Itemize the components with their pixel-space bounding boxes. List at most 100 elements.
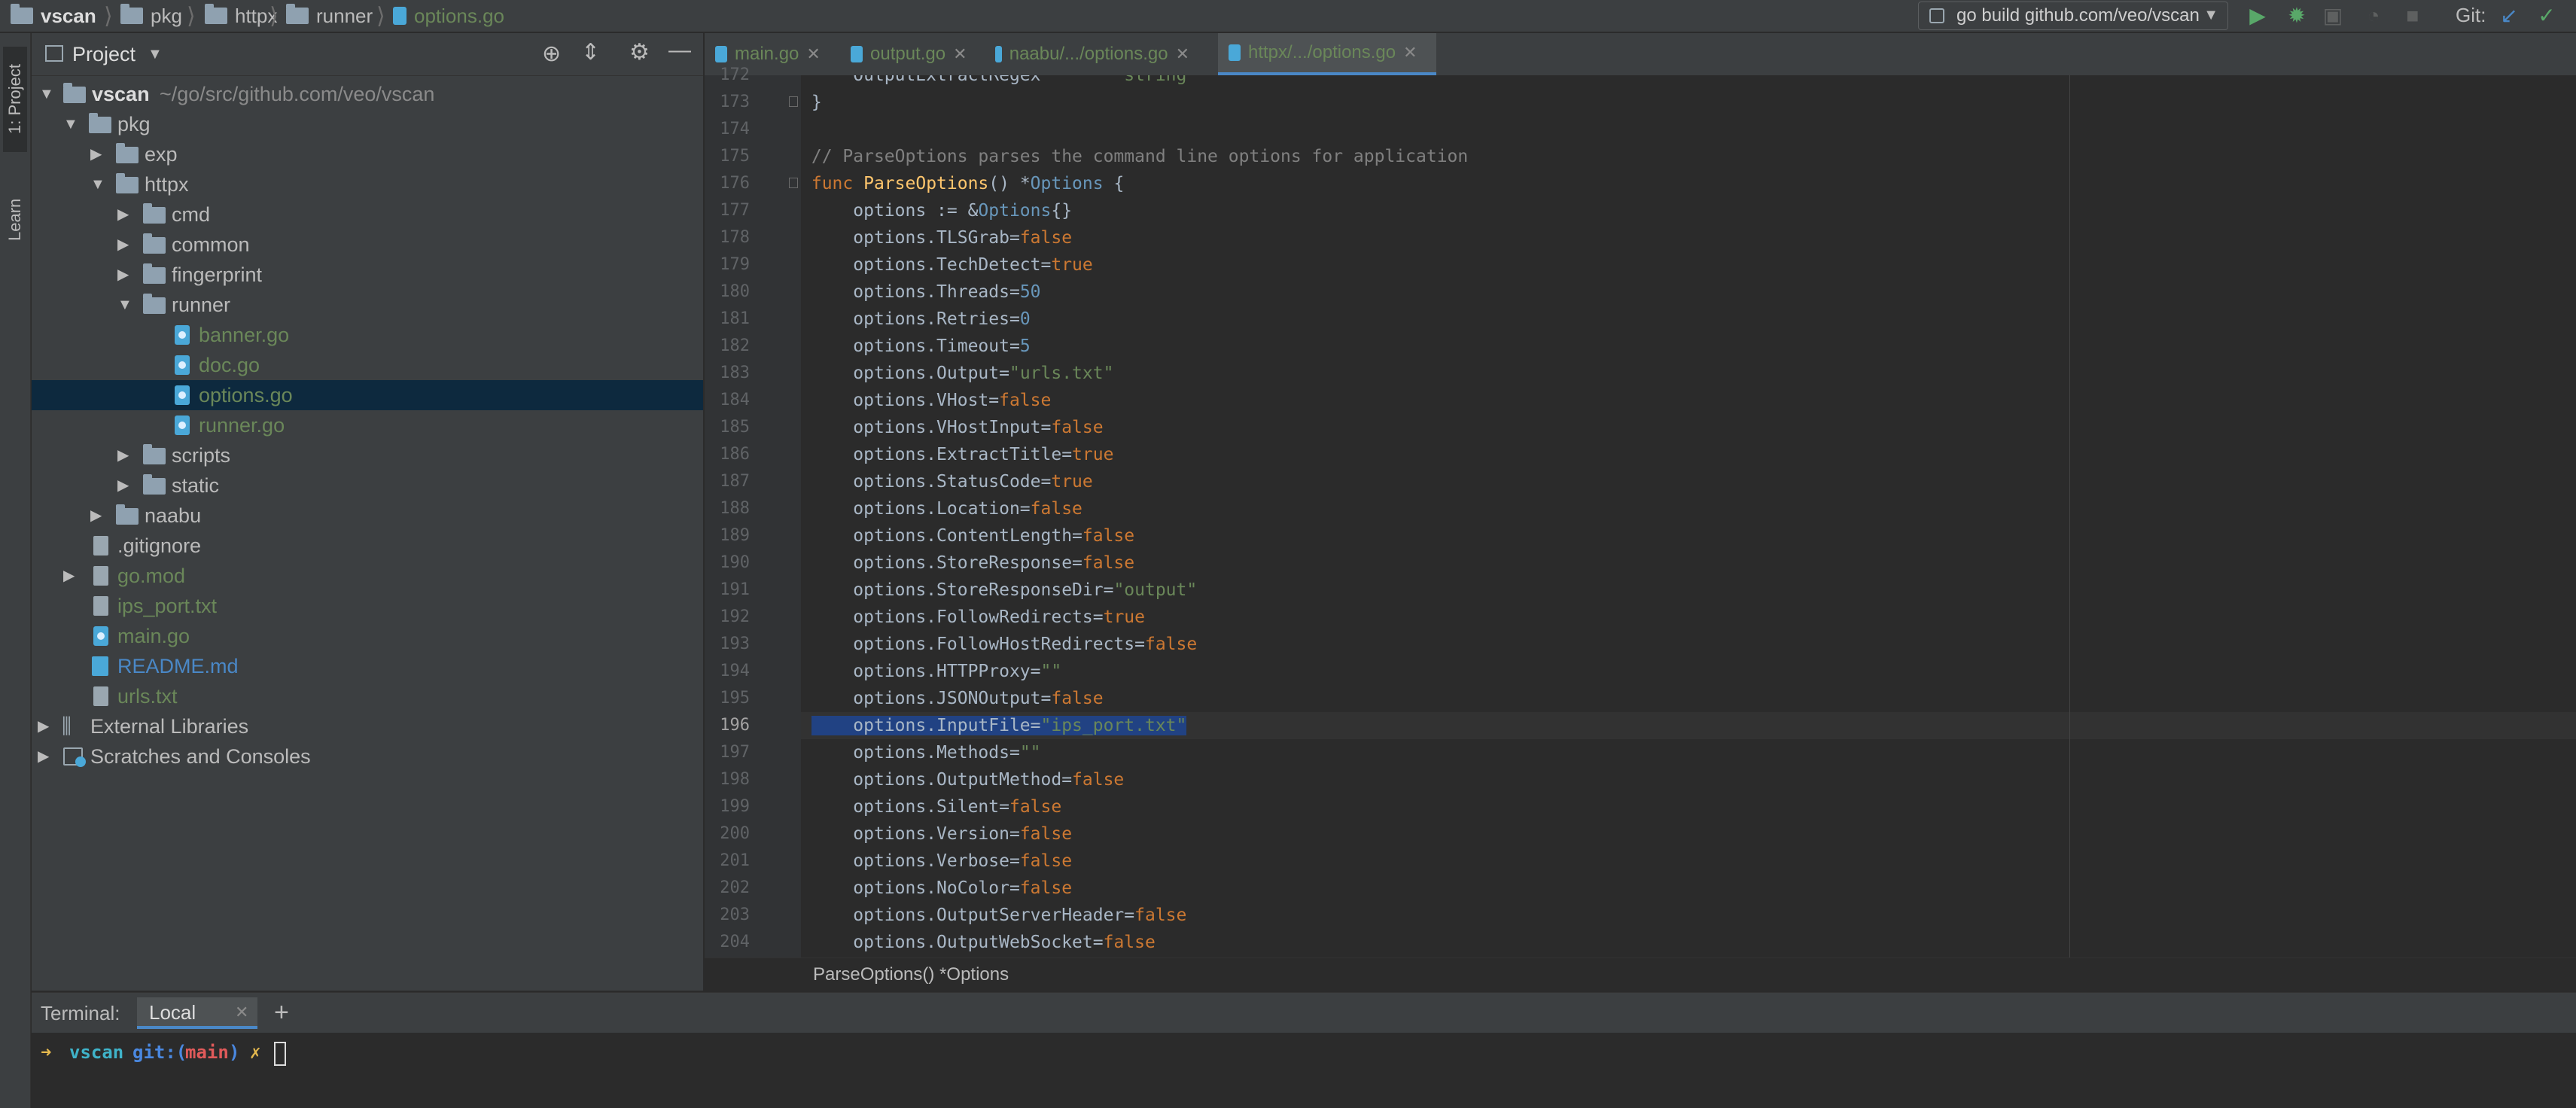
tree-item-readme-md[interactable]: README.md [32, 651, 703, 681]
git-commit-icon[interactable]: ✓ [2534, 3, 2559, 29]
code-line[interactable]: options.FollowHostRedirects=false [801, 631, 2576, 658]
go-file-icon [175, 325, 190, 345]
tree-item-naabu[interactable]: ▶ naabu [32, 501, 703, 531]
stop-icon[interactable]: ■ [2400, 3, 2425, 29]
line-number: 191 [720, 580, 750, 599]
terminal-body[interactable]: ➜ vscan git:( main ) ✗ [32, 1033, 2576, 1108]
code-line[interactable]: options.Silent=false [801, 793, 2576, 820]
project-view-dropdown-icon[interactable]: ▼ [148, 33, 163, 75]
tree-item-runner[interactable]: ▼ runner [32, 290, 703, 320]
tab-output-go[interactable]: output.go ✕ [840, 33, 983, 75]
code-line[interactable]: OutputExtractRegex string [801, 75, 2576, 89]
text-file-icon [93, 596, 108, 616]
tab-naabu-options-go[interactable]: naabu/.../options.go ✕ [985, 33, 1200, 75]
line-number-gutter: 172 173 174 175 176 177 178 179 180 181 182 183 184 1… [705, 65, 801, 957]
tree-item-cmd[interactable]: ▶ cmd [32, 199, 703, 230]
close-icon[interactable]: ✕ [1176, 33, 1189, 75]
code-line[interactable]: options.Retries=0 [801, 306, 2576, 333]
breadcrumb-runner[interactable]: runner [286, 0, 373, 32]
breadcrumb-function[interactable]: ParseOptions() *Options [813, 958, 1009, 991]
tree-item-options-go[interactable]: options.go [32, 380, 703, 410]
gear-icon[interactable]: ⚙ [629, 39, 650, 65]
code-line[interactable]: options.VHostInput=false [801, 414, 2576, 441]
code-line[interactable]: } [801, 89, 2576, 116]
code-line[interactable]: options.OutputServerHeader=false [801, 902, 2576, 929]
tree-item-runner-go[interactable]: runner.go [32, 410, 703, 440]
tree-item-static[interactable]: ▶ static [32, 470, 703, 501]
code-line[interactable]: options.ExtractTitle=true [801, 441, 2576, 468]
tab-learn[interactable]: Learn [3, 175, 27, 265]
tree-item-exp[interactable]: ▶ exp [32, 139, 703, 169]
tree-item-pkg[interactable]: ▼ pkg [32, 109, 703, 139]
code-editor[interactable]: OutputExtractRegex string } // ParseOpti… [801, 75, 2576, 957]
code-line[interactable]: options.Timeout=5 [801, 333, 2576, 360]
run-icon[interactable]: ▶ [2245, 3, 2270, 29]
tab-terminal-local[interactable]: Local ✕ [137, 997, 257, 1029]
prompt-git-close: ) [229, 1042, 240, 1063]
code-line[interactable]: func ParseOptions() *Options { [801, 170, 2576, 197]
code-line[interactable]: options.ContentLength=false [801, 522, 2576, 549]
close-icon[interactable]: ✕ [806, 33, 820, 75]
code-line[interactable]: options.Verbose=false [801, 848, 2576, 875]
tree-item-doc-go[interactable]: doc.go [32, 350, 703, 380]
coverage-icon[interactable]: ▣ [2320, 3, 2346, 29]
minimize-icon[interactable]: — [668, 38, 691, 63]
tree-item-gitignore[interactable]: .gitignore [32, 531, 703, 561]
code-line[interactable]: options.StatusCode=true [801, 468, 2576, 495]
code-line[interactable]: options.Version=false [801, 820, 2576, 848]
breadcrumb-vscan[interactable]: vscan [11, 0, 96, 32]
tree-item-common[interactable]: ▶ common [32, 230, 703, 260]
breadcrumb-pkg[interactable]: pkg [120, 0, 182, 32]
code-line[interactable]: options.OutputMethod=false [801, 766, 2576, 793]
tree-item-fingerprint[interactable]: ▶ fingerprint [32, 260, 703, 290]
locate-file-icon[interactable]: ⊕ [542, 41, 561, 67]
code-line[interactable]: options.VHost=false [801, 387, 2576, 414]
tab-httpx-options-go[interactable]: httpx/.../options.go ✕ [1218, 33, 1436, 75]
code-line[interactable]: options.OutputWebSocket=false [801, 929, 2576, 956]
debug-icon[interactable]: ✹ [2284, 3, 2310, 29]
line-number: 174 [720, 120, 750, 138]
code-line[interactable]: options.StoreResponse=false [801, 549, 2576, 577]
tree-item-main-go[interactable]: main.go [32, 621, 703, 651]
code-line[interactable]: options.JSONOutput=false [801, 685, 2576, 712]
code-line[interactable]: options.TLSGrab=false [801, 224, 2576, 251]
tab-project[interactable]: 1: Project [3, 47, 27, 152]
code-line[interactable]: // ParseOptions parses the command line … [801, 143, 2576, 170]
code-line[interactable] [801, 116, 2576, 143]
tree-item-external-libraries[interactable]: ▶ ⫼ External Libraries [32, 711, 703, 741]
profile-icon[interactable]: ◔ [2361, 3, 2386, 29]
code-line[interactable]: options := &Options{} [801, 197, 2576, 224]
code-line[interactable]: options.Location=false [801, 495, 2576, 522]
fold-marker-close[interactable] [789, 96, 798, 107]
code-line[interactable]: options.HTTPProxy="" [801, 658, 2576, 685]
tree-item-scratches[interactable]: ▶ Scratches and Consoles [32, 741, 703, 772]
tree-item-urls-txt[interactable]: urls.txt [32, 681, 703, 711]
tree-item-httpx[interactable]: ▼ httpx [32, 169, 703, 199]
git-update-icon[interactable]: ↙ [2496, 3, 2522, 29]
close-icon[interactable]: ✕ [953, 33, 967, 75]
code-line[interactable]: options.TechDetect=true [801, 251, 2576, 279]
breadcrumb-options-go[interactable]: options.go [393, 0, 504, 32]
code-line[interactable]: options.Methods="" [801, 739, 2576, 766]
fold-marker-open[interactable] [789, 178, 798, 188]
tree-item-scripts[interactable]: ▶ scripts [32, 440, 703, 470]
tree-item-go-mod[interactable]: ▶ go.mod [32, 561, 703, 591]
close-icon[interactable]: ✕ [1403, 32, 1417, 74]
line-number: 203 [720, 906, 750, 924]
run-configuration-select[interactable]: go build github.com/veo/vscan ▼ [1918, 2, 2228, 30]
code-line[interactable]: options.NoColor=false [801, 875, 2576, 902]
add-terminal-icon[interactable]: + [274, 993, 289, 1032]
code-line[interactable]: options.StoreResponseDir="output" [801, 577, 2576, 604]
code-line[interactable]: options.Output="urls.txt" [801, 360, 2576, 387]
close-icon[interactable]: ✕ [235, 997, 248, 1027]
tree-item-ips-port-txt[interactable]: ips_port.txt [32, 591, 703, 621]
collapse-all-icon[interactable]: ⇕ [581, 39, 600, 65]
code-line[interactable]: options.FollowRedirects=true [801, 604, 2576, 631]
folder-icon [143, 203, 166, 224]
tree-item-vscan[interactable]: ▼ vscan ~/go/src/github.com/veo/vscan [32, 79, 703, 109]
tree-item-banner-go[interactable]: banner.go [32, 320, 703, 350]
line-number: 179 [720, 255, 750, 274]
code-line[interactable]: options.Threads=50 [801, 279, 2576, 306]
breadcrumb-httpx[interactable]: httpx [205, 0, 277, 32]
code-line[interactable]: options.InputFile="ips_port.txt" [801, 712, 2576, 739]
